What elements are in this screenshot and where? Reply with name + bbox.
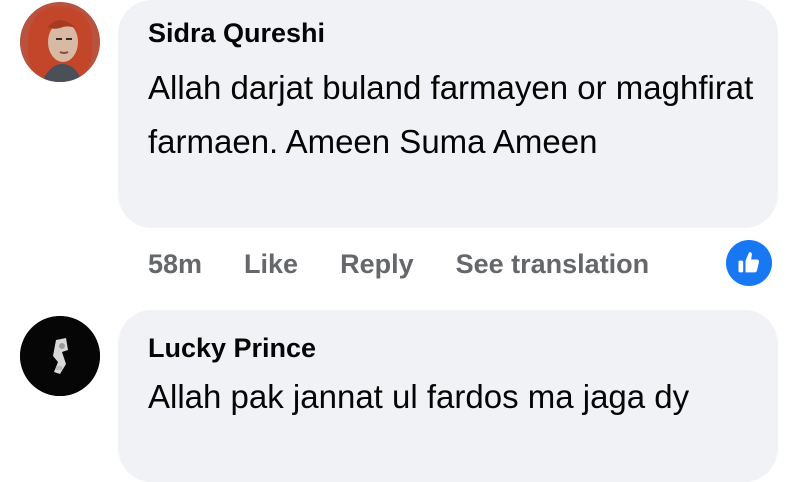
comment-bubble: Lucky Prince Allah pak jannat ul fardos … [118,310,778,482]
comment-author[interactable]: Lucky Prince [148,332,758,364]
reply-button[interactable]: Reply [340,249,414,280]
comment-timestamp[interactable]: 58m [148,249,202,280]
comment-bubble: Sidra Qureshi Allah darjat buland farmay… [118,0,778,228]
see-translation-button[interactable]: See translation [456,249,650,280]
dark-avatar-icon [20,316,100,396]
comment-actions: 58m Like Reply See translation [148,244,691,284]
thumbs-up-glyph [738,252,760,273]
thumbs-up-icon[interactable] [726,240,772,286]
avatar[interactable] [20,316,100,396]
comment-text: Allah darjat buland farmayen or maghfira… [148,69,754,160]
painted-portrait-icon [20,2,100,82]
comment-author[interactable]: Sidra Qureshi [148,17,758,49]
avatar[interactable] [20,2,100,82]
like-button[interactable]: Like [244,249,298,280]
comment-text: Allah pak jannat ul fardos ma jaga dy [148,378,690,415]
